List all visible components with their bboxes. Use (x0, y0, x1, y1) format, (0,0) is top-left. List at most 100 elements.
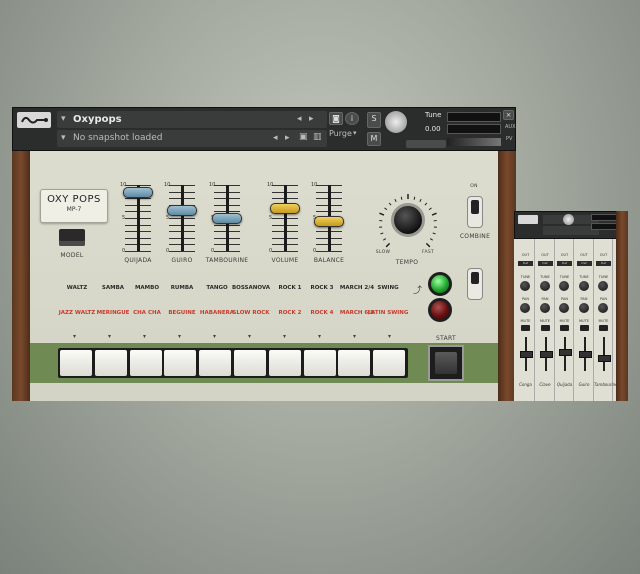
tune-value[interactable]: 0.00 (425, 125, 441, 133)
scale-number: 5 (122, 215, 126, 221)
mixer-logo-icon[interactable] (518, 215, 538, 224)
rhythm-arrow-icon: ▾ (353, 333, 357, 340)
tempo-tick (429, 238, 433, 241)
fader-cap-tambourine[interactable] (212, 213, 242, 224)
rhythm-key[interactable] (129, 350, 162, 376)
tune-knob[interactable] (520, 281, 530, 291)
rhythm-button-bottom[interactable]: LATIN SWING (366, 310, 410, 316)
pan-knob[interactable] (539, 303, 550, 313)
model-switch[interactable] (59, 229, 85, 246)
purge-menu[interactable]: Purge (329, 129, 352, 138)
snapshot-name[interactable]: No snapshot loaded (73, 133, 163, 143)
instrument-name[interactable]: Oxypops (73, 114, 122, 125)
tempo-tick (384, 207, 388, 211)
channel-fader-cap[interactable] (539, 351, 553, 358)
channel-name: Guiro (578, 382, 590, 387)
channel-fader-cap[interactable] (520, 351, 533, 358)
rhythm-key[interactable] (60, 350, 92, 376)
tempo-tick (383, 238, 387, 241)
combine-switch[interactable] (467, 196, 483, 228)
mute-button[interactable] (540, 325, 550, 331)
output-select[interactable]: Def (576, 261, 592, 266)
delete-snapshot-icon[interactable]: ▥ (313, 132, 322, 142)
rhythm-key[interactable] (373, 350, 406, 376)
channel-fader-cap[interactable] (559, 349, 572, 356)
fader-label: BALANCE (313, 257, 345, 264)
pan-knob[interactable] (559, 303, 569, 313)
scale-number: 0 (313, 248, 317, 254)
mixer-tune-knob[interactable] (563, 214, 574, 225)
solo-button[interactable]: S (367, 112, 381, 128)
pan-label: PAN (561, 297, 568, 301)
channel-name: Conga (519, 382, 532, 387)
pv-label[interactable]: PV (506, 136, 512, 142)
rhythm-key[interactable] (234, 350, 266, 376)
mute-button[interactable] (579, 325, 589, 331)
scale-number: 10 (311, 182, 318, 188)
tempo-tick (424, 202, 428, 206)
mixer-panel: OUT Def TUNE PAN MUTE Conga OUT Def TUNE PAN MUTE C… (514, 239, 628, 401)
scale-number: 10 (267, 182, 274, 188)
pan-slider[interactable] (406, 140, 446, 148)
output-select[interactable]: Def (518, 261, 533, 266)
mixer-meter-bottom (591, 223, 619, 230)
pan-knob[interactable] (578, 303, 589, 313)
tune-knob[interactable] (385, 111, 407, 133)
mixer-channel: OUT Def TUNE PAN MUTE Conga (516, 239, 535, 401)
next-instrument-icon[interactable]: ▸ (309, 114, 314, 124)
mute-button[interactable] (521, 325, 530, 331)
channel-fader-cap[interactable] (578, 351, 592, 358)
rhythm-arrow-icon: ▾ (248, 333, 252, 340)
out-label: OUT (521, 253, 530, 257)
purge-arrow-icon[interactable]: ▾ (353, 129, 357, 137)
rhythm-key[interactable] (94, 350, 127, 376)
aux-label[interactable]: AUX (505, 124, 516, 130)
rhythm-key[interactable] (268, 350, 301, 376)
output-select[interactable]: Def (537, 261, 553, 266)
camera-icon[interactable]: ◙ (329, 112, 343, 125)
output-select[interactable]: Def (557, 261, 572, 266)
tune-knob[interactable] (598, 281, 608, 291)
fader-cap-balance[interactable] (314, 215, 344, 227)
rhythm-arrow-icon: ▾ (73, 333, 77, 340)
tune-knob[interactable] (578, 281, 589, 291)
rhythm-key[interactable] (199, 350, 232, 376)
rhythm-key[interactable] (303, 350, 336, 376)
tempo-knob[interactable] (391, 203, 425, 237)
kontakt-logo-icon[interactable] (17, 112, 51, 128)
mute-button[interactable] (599, 325, 608, 331)
mixer-channel: OUT Def TUNE PAN MUTE Quijada (555, 239, 574, 401)
tune-knob[interactable] (539, 281, 550, 291)
snapshot-menu-arrow-icon[interactable]: ▾ (61, 133, 66, 143)
rhythm-button-bottom[interactable]: SLOW ROCK (229, 310, 273, 316)
rhythm-button-top[interactable]: BOSSANOVA (229, 285, 273, 291)
level-meter-bottom (447, 124, 501, 134)
mute-button[interactable]: M (367, 132, 381, 146)
close-icon[interactable]: × (503, 110, 514, 120)
output-select[interactable]: Def (596, 261, 611, 266)
rhythm-arrow-icon: ▾ (178, 333, 182, 340)
combine-label: COMBINE (459, 233, 491, 240)
rhythm-key[interactable] (164, 350, 197, 376)
pan-knob[interactable] (598, 303, 608, 313)
tune-knob[interactable] (559, 281, 569, 291)
fader-cap-guiro[interactable] (167, 205, 197, 217)
fader-cap-volume[interactable] (270, 203, 300, 215)
prev-snapshot-icon[interactable]: ◂ (273, 133, 278, 143)
rhythm-bank-switch[interactable] (467, 268, 483, 300)
save-snapshot-icon[interactable]: ▣ (299, 132, 308, 142)
channel-fader-cap[interactable] (598, 355, 611, 362)
rhythm-key[interactable] (338, 350, 371, 376)
next-snapshot-icon[interactable]: ▸ (285, 133, 290, 143)
rhythm-arrow-icon: ▾ (388, 333, 392, 340)
snapshot-bar: ▾ No snapshot loaded ◂ ▸ ▣ ▥ (57, 130, 327, 147)
rhythm-button-top[interactable]: SWING (366, 285, 410, 291)
collapse-arrow-icon[interactable]: ▾ (61, 114, 66, 124)
mute-button[interactable] (560, 325, 569, 331)
fader-cap-quijada[interactable] (123, 186, 153, 198)
prev-instrument-icon[interactable]: ◂ (297, 114, 302, 124)
pan-knob[interactable] (520, 303, 530, 313)
volume-slider[interactable] (447, 138, 501, 146)
info-icon[interactable]: i (345, 112, 359, 125)
start-button[interactable] (428, 345, 464, 381)
